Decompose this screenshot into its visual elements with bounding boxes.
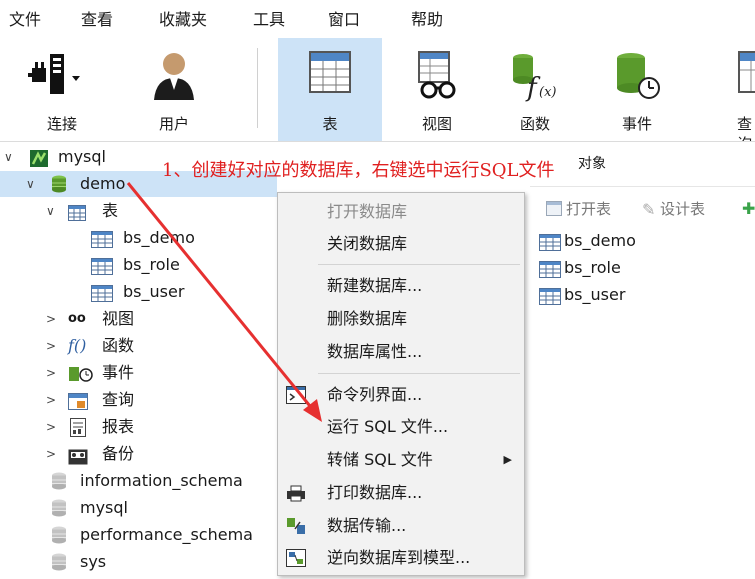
annotation-text: 1、创建好对应的数据库，右键选中运行SQL文件 [162,160,555,181]
annotation-arrow [126,182,322,422]
